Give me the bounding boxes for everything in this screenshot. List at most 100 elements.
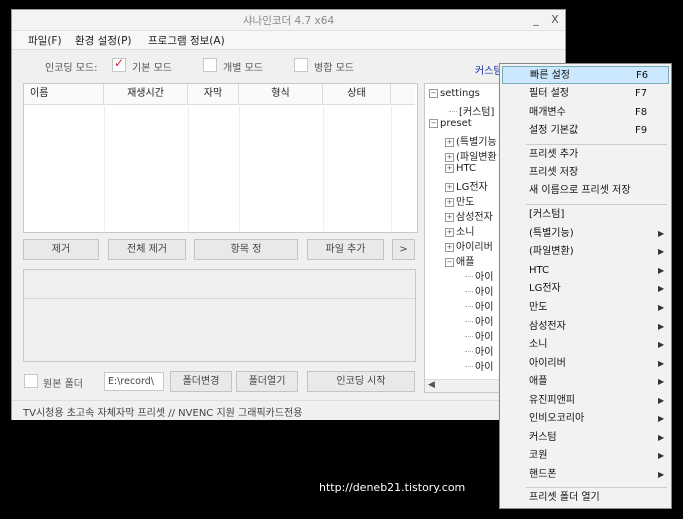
preset-tree[interactable]: − settings [커스텀] − preset + (특별기능 + (파일변환 + H… xyxy=(424,83,506,393)
individual-mode-label: 개별 모드 xyxy=(223,63,263,74)
column-duration[interactable]: 재생시간 xyxy=(104,84,188,104)
individual-mode-checkbox[interactable] xyxy=(203,58,217,72)
submenu-arrow-icon: ▶ xyxy=(658,433,665,442)
item-settings-button[interactable]: 항목 정 xyxy=(194,239,298,260)
status-bar: TV시청용 초고속 자체자막 프리셋 // NVENC 지원 그래픽카드전용 xyxy=(12,400,565,420)
submenu-arrow-icon: ▶ xyxy=(658,284,665,293)
status-text: TV시청용 초고속 자체자막 프리셋 // NVENC 지원 그래픽카드전용 xyxy=(23,408,303,419)
tree-node-item[interactable]: 아이 xyxy=(465,358,493,373)
encoding-mode-row: 인코딩 모드: ✓ 기본 모드 개별 모드 병합 모드 xyxy=(12,56,497,76)
expand-icon[interactable]: + xyxy=(445,198,454,207)
tree-node-item[interactable]: 아이 xyxy=(465,268,493,283)
column-subtitle[interactable]: 자막 xyxy=(188,84,239,104)
column-name[interactable]: 이름 xyxy=(24,84,104,104)
submenu-arrow-icon: ▶ xyxy=(658,470,665,479)
remove-button[interactable]: 제거 xyxy=(23,239,99,260)
expand-icon[interactable]: + xyxy=(445,153,454,162)
column-status[interactable]: 상태 xyxy=(323,84,391,104)
start-encoding-button[interactable]: 인코딩 시작 xyxy=(307,371,415,392)
open-folder-button[interactable]: 폴더열기 xyxy=(236,371,298,392)
output-path-field[interactable]: E:\record\ xyxy=(104,372,164,391)
tree-node-group[interactable]: + 소니 xyxy=(445,223,474,238)
minimize-button[interactable]: _ xyxy=(526,11,546,28)
menu-open-preset-folder[interactable]: 프리셋 폴더 열기 xyxy=(502,489,669,507)
menu-group-cowon[interactable]: 코원 ▶ xyxy=(502,447,669,465)
menu-parameters[interactable]: 매개변수 F8 xyxy=(502,104,669,122)
menu-group-custom2[interactable]: 커스텀 ▶ xyxy=(502,429,669,447)
basic-mode-checkbox[interactable]: ✓ xyxy=(112,56,126,72)
close-button[interactable]: X xyxy=(545,11,565,28)
menu-group-sony[interactable]: 소니 ▶ xyxy=(502,336,669,354)
file-list[interactable]: 이름 재생시간 자막 형식 상태 xyxy=(23,83,418,233)
menu-save-preset-as[interactable]: 새 이름으로 프리셋 저장 xyxy=(502,182,669,200)
menu-save-preset[interactable]: 프리셋 저장 xyxy=(502,164,669,182)
source-folder-checkbox[interactable] xyxy=(24,374,38,388)
menu-group-samsung[interactable]: 삼성전자 ▶ xyxy=(502,318,669,336)
menu-group-apple[interactable]: 애플 ▶ xyxy=(502,373,669,391)
submenu-arrow-icon: ▶ xyxy=(658,303,665,312)
menu-default-settings[interactable]: 설정 기본값 F9 xyxy=(502,122,669,140)
tree-node-item[interactable]: 아이 xyxy=(465,283,493,298)
tree-node-group[interactable]: + (파일변환 xyxy=(445,148,497,163)
menu-quick-settings[interactable]: 빠른 설정 F6 xyxy=(502,66,669,84)
menu-add-preset[interactable]: 프리셋 추가 xyxy=(502,146,669,164)
menu-group-iriver[interactable]: 아이리버 ▶ xyxy=(502,355,669,373)
tree-node-preset[interactable]: − preset xyxy=(429,118,472,129)
submenu-arrow-icon: ▶ xyxy=(658,414,665,423)
tree-node-group[interactable]: + 만도 xyxy=(445,193,474,208)
tree-node-item[interactable]: 아이 xyxy=(465,313,493,328)
submenu-arrow-icon: ▶ xyxy=(658,247,665,256)
watermark-url: http://deneb21.tistory.com xyxy=(319,481,466,494)
expand-icon[interactable]: + xyxy=(445,183,454,192)
context-menu: 빠른 설정 F6 필터 설정 F7 매개변수 F8 설정 기본값 F9 프리셋 추가 프… xyxy=(499,63,672,509)
tree-node-item[interactable]: 아이 xyxy=(465,328,493,343)
menu-group-custom[interactable]: [커스텀] xyxy=(502,206,669,224)
collapse-icon[interactable]: − xyxy=(445,258,454,267)
tree-node-item[interactable]: 아이 xyxy=(465,343,493,358)
submenu-arrow-icon: ▶ xyxy=(658,359,665,368)
tree-node-custom[interactable]: [커스텀] xyxy=(449,103,494,118)
tree-node-group[interactable]: + (특별기능 xyxy=(445,133,497,148)
merge-mode-label: 병합 모드 xyxy=(314,63,354,74)
title-bar[interactable]: 샤나인코더 4.7 x64 _ X xyxy=(12,10,565,31)
expand-icon[interactable]: + xyxy=(445,138,454,147)
submenu-arrow-icon: ▶ xyxy=(658,229,665,238)
merge-mode-checkbox[interactable] xyxy=(294,58,308,72)
menu-group-htc[interactable]: HTC ▶ xyxy=(502,262,669,280)
menu-file[interactable]: 파일(F) xyxy=(28,33,62,48)
submenu-arrow-icon: ▶ xyxy=(658,377,665,386)
tree-node-group[interactable]: + HTC xyxy=(445,163,476,174)
tree-node-group[interactable]: + 아이리버 xyxy=(445,238,493,253)
menu-group-special[interactable]: (특별기능) ▶ xyxy=(502,225,669,243)
expand-icon[interactable]: + xyxy=(445,164,454,173)
expand-icon[interactable]: + xyxy=(445,243,454,252)
change-folder-button[interactable]: 폴더변경 xyxy=(170,371,232,392)
tree-node-group[interactable]: + 삼성전자 xyxy=(445,208,493,223)
window-title: 샤나인코더 4.7 x64 xyxy=(242,15,335,27)
menu-group-invio[interactable]: 인비오코리아 ▶ xyxy=(502,410,669,428)
encoding-mode-label: 인코딩 모드: xyxy=(45,63,98,74)
menu-group-file-convert[interactable]: (파일변환) ▶ xyxy=(502,243,669,261)
menu-preferences[interactable]: 환경 설정(P) xyxy=(75,33,132,48)
expand-icon[interactable]: + xyxy=(445,213,454,222)
remove-all-button[interactable]: 전체 제거 xyxy=(108,239,186,260)
menu-filter-settings[interactable]: 필터 설정 F7 xyxy=(502,85,669,103)
add-file-button[interactable]: 파일 추가 xyxy=(307,239,384,260)
menu-group-yujin[interactable]: 유진피앤피 ▶ xyxy=(502,392,669,410)
menu-group-lg[interactable]: LG전자 ▶ xyxy=(502,280,669,298)
tree-node-item[interactable]: 아이 xyxy=(465,298,493,313)
tree-node-group[interactable]: + LG전자 xyxy=(445,178,488,193)
collapse-icon[interactable]: − xyxy=(429,119,438,128)
more-button[interactable]: > xyxy=(392,239,415,260)
collapse-icon[interactable]: − xyxy=(429,89,438,98)
column-format[interactable]: 형식 xyxy=(239,84,323,104)
menu-about[interactable]: 프로그램 정보(A) xyxy=(148,33,225,48)
tree-node-group[interactable]: − 애플 xyxy=(445,253,474,268)
menu-group-phone[interactable]: 핸드폰 ▶ xyxy=(502,466,669,484)
menu-group-mando[interactable]: 만도 ▶ xyxy=(502,299,669,317)
source-folder-label: 원본 폴더 xyxy=(43,379,83,390)
expand-icon[interactable]: + xyxy=(445,228,454,237)
scroll-left-icon[interactable]: ◀ xyxy=(428,380,435,390)
tree-horizontal-scrollbar[interactable]: ◀ xyxy=(425,379,505,392)
tree-node-settings[interactable]: − settings xyxy=(429,88,480,99)
